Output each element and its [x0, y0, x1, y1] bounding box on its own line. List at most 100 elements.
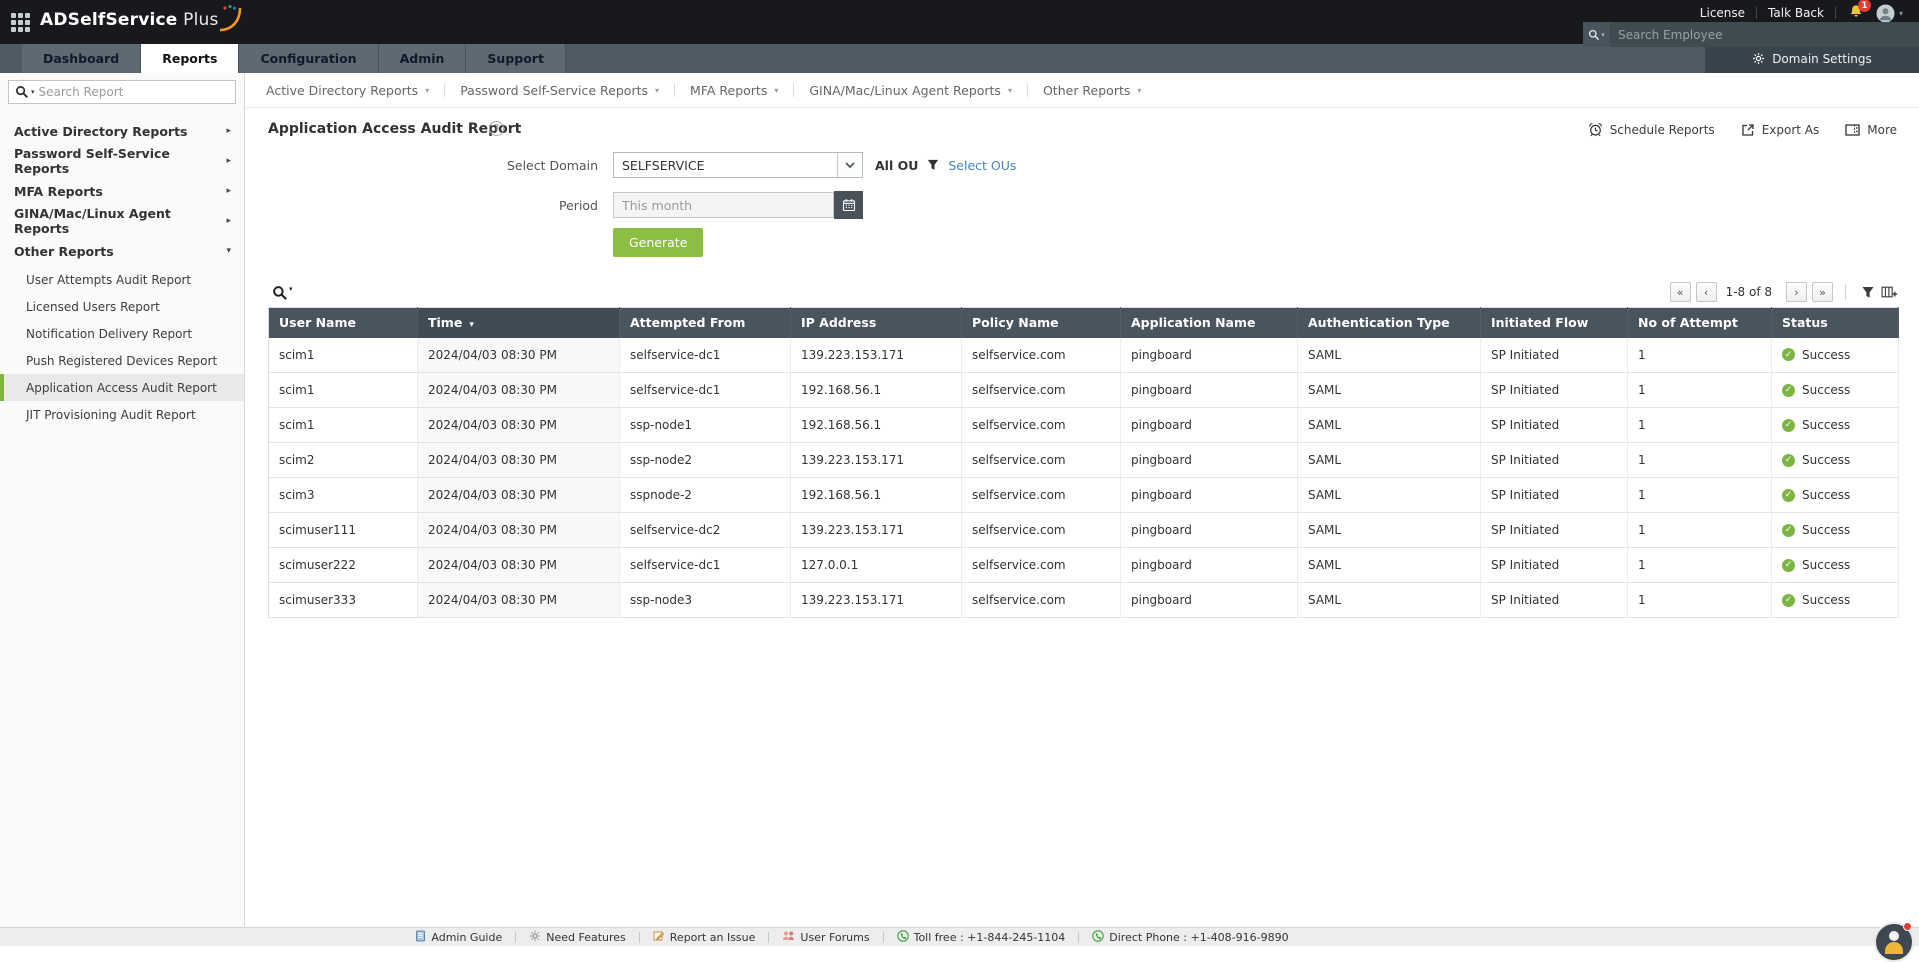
column-header-policy-name[interactable]: Policy Name — [961, 307, 1121, 338]
issue-icon — [653, 930, 665, 945]
forums-icon — [782, 930, 795, 944]
sidebar-item-mfa-reports[interactable]: MFA Reports ▸ — [0, 176, 244, 206]
report-search-input[interactable] — [38, 85, 229, 99]
sidebar-item-jit-provisioning-audit-report[interactable]: JIT Provisioning Audit Report — [0, 401, 244, 428]
chevron-down-icon: ▾ — [774, 85, 779, 95]
nav-active-directory-reports[interactable]: Active Directory Reports ▾ — [266, 83, 444, 98]
brand-logo: ADSelfService Plus — [40, 5, 241, 32]
all-ou-label: All OU — [875, 157, 919, 173]
sidebar-item-application-access-audit-report[interactable]: Application Access Audit Report — [0, 374, 244, 401]
notifications-bell-icon[interactable]: 1 — [1849, 0, 1871, 22]
footer-link-need-features[interactable]: Need Features — [516, 930, 639, 945]
more-button[interactable]: More — [1845, 122, 1897, 137]
next-page-button[interactable]: › — [1786, 282, 1807, 302]
schedule-reports-button[interactable]: Schedule Reports — [1588, 122, 1715, 137]
period-input[interactable]: This month — [613, 192, 834, 218]
column-header-no-of-attempt[interactable]: No of Attempt — [1627, 307, 1772, 338]
domain-select[interactable]: SELFSERVICE — [613, 152, 863, 178]
cell-ip: 192.168.56.1 — [790, 407, 962, 443]
column-header-attempted-from[interactable]: Attempted From — [619, 307, 791, 338]
footer-link-report-an-issue[interactable]: Report an Issue — [640, 930, 769, 945]
table-row[interactable]: scimuser222 2024/04/03 08:30 PM selfservic… — [268, 547, 1899, 583]
chat-person-icon — [1885, 942, 1903, 954]
cell-attempted_from: ssp-node3 — [619, 582, 791, 618]
table-row[interactable]: scimuser333 2024/04/03 08:30 PM ssp-node3 1… — [268, 582, 1899, 618]
filter-funnel-icon[interactable] — [927, 159, 939, 171]
employee-search-icon[interactable]: ▾ — [1583, 22, 1610, 47]
app-grid-icon[interactable] — [11, 13, 30, 32]
column-header-user-name[interactable]: User Name — [268, 307, 418, 338]
cell-auth: SAML — [1297, 407, 1481, 443]
chevron-down-icon: ▾ — [655, 85, 660, 95]
table-filter-icon[interactable] — [1861, 286, 1875, 299]
cell-ip: 127.0.0.1 — [790, 547, 962, 583]
prev-page-button[interactable]: ‹ — [1695, 282, 1717, 302]
cell-attempts: 1 — [1627, 477, 1772, 513]
success-check-icon: ✓ — [1782, 593, 1795, 607]
footer-link-admin-guide[interactable]: Admin Guide — [402, 930, 515, 945]
chevron-down-icon[interactable] — [837, 153, 862, 177]
column-header-application-name[interactable]: Application Name — [1120, 307, 1298, 338]
table-row[interactable]: scimuser111 2024/04/03 08:30 PM selfservic… — [268, 512, 1899, 548]
sidebar-subitem-label: Push Registered Devices Report — [26, 353, 218, 368]
column-header-ip-address[interactable]: IP Address — [790, 307, 962, 338]
nav-gina-mac-linux-agent-reports[interactable]: GINA/Mac/Linux Agent Reports ▾ — [794, 83, 1027, 98]
license-link[interactable]: License — [1700, 6, 1745, 20]
nav-mfa-reports[interactable]: MFA Reports ▾ — [675, 83, 793, 98]
nav-other-reports[interactable]: Other Reports ▾ — [1028, 83, 1156, 98]
column-header-authentication-type[interactable]: Authentication Type — [1297, 307, 1481, 338]
column-header-status[interactable]: Status — [1771, 307, 1899, 338]
cell-time: 2024/04/03 08:30 PM — [417, 547, 620, 583]
table-row[interactable]: scim2 2024/04/03 08:30 PM ssp-node2 139.223… — [268, 442, 1899, 478]
divider — [1834, 7, 1836, 19]
sidebar-item-notification-delivery-report[interactable]: Notification Delivery Report — [0, 320, 244, 347]
table-row[interactable]: scim1 2024/04/03 08:30 PM selfservice-dc1 1… — [268, 372, 1899, 408]
column-header-initiated-flow[interactable]: Initiated Flow — [1480, 307, 1628, 338]
export-as-button[interactable]: Export As — [1741, 122, 1819, 137]
avatar-person-icon — [1876, 4, 1895, 22]
sidebar-item-user-attempts-audit-report[interactable]: User Attempts Audit Report — [0, 266, 244, 293]
tab-configuration[interactable]: Configuration — [239, 44, 379, 73]
table-row[interactable]: scim3 2024/04/03 08:30 PM sspnode-2 192.168… — [268, 477, 1899, 513]
column-header-time[interactable]: Time ▾ — [417, 307, 620, 338]
sidebar-item-other-reports[interactable]: Other Reports ▾ — [0, 236, 244, 266]
user-avatar[interactable]: ▾ — [1876, 4, 1903, 23]
table-search-icon[interactable]: ▾ — [272, 285, 293, 301]
table-row[interactable]: scim1 2024/04/03 08:30 PM selfservice-dc1 1… — [268, 337, 1899, 373]
footer-link-user-forums[interactable]: User Forums — [769, 930, 882, 944]
chat-person-icon — [1889, 931, 1899, 941]
tab-reports[interactable]: Reports — [141, 44, 240, 73]
chat-widget[interactable] — [1874, 922, 1914, 962]
chevron-down-icon: ▾ — [1601, 30, 1605, 39]
employee-search-input[interactable] — [1610, 22, 1919, 47]
table-header-row: User Name Time ▾ Attempted From IP Address Po… — [268, 307, 1899, 338]
generate-button[interactable]: Generate — [613, 228, 704, 257]
nav-password-self-service-reports[interactable]: Password Self-Service Reports ▾ — [445, 83, 674, 98]
sidebar-item-label: MFA Reports — [14, 183, 103, 199]
footer-link-direct-phone-1-408-916-9890[interactable]: Direct Phone : +1-408-916-9890 — [1079, 929, 1301, 945]
cell-time: 2024/04/03 08:30 PM — [417, 407, 620, 443]
talkback-link[interactable]: Talk Back — [1768, 6, 1824, 20]
tab-admin[interactable]: Admin — [378, 44, 467, 73]
calendar-icon[interactable] — [834, 191, 863, 219]
table-row[interactable]: scim1 2024/04/03 08:30 PM ssp-node1 192.168… — [268, 407, 1899, 443]
cell-app: pingboard — [1120, 477, 1298, 513]
help-icon[interactable]: ? — [489, 121, 504, 136]
add-column-icon[interactable] — [1881, 285, 1898, 299]
cell-auth: SAML — [1297, 547, 1481, 583]
cell-attempts: 1 — [1627, 582, 1772, 618]
last-page-button[interactable]: » — [1812, 282, 1833, 302]
sidebar-item-push-registered-devices-report[interactable]: Push Registered Devices Report — [0, 347, 244, 374]
tab-support[interactable]: Support — [466, 44, 566, 73]
sidebar-item-password-self-service-reports[interactable]: Password Self-Service Reports ▸ — [0, 146, 244, 176]
sidebar-item-licensed-users-report[interactable]: Licensed Users Report — [0, 293, 244, 320]
tab-dashboard[interactable]: Dashboard — [22, 44, 142, 73]
cell-ip: 139.223.153.171 — [790, 582, 962, 618]
more-label: More — [1867, 122, 1897, 137]
sidebar-item-active-directory-reports[interactable]: Active Directory Reports ▸ — [0, 116, 244, 146]
select-ous-link[interactable]: Select OUs — [948, 158, 1016, 173]
domain-settings-button[interactable]: Domain Settings — [1705, 44, 1919, 73]
footer-link-toll-free-1-844-245-1104[interactable]: Toll free : +1-844-245-1104 — [884, 929, 1079, 945]
sidebar-item-gina-mac-linux-agent-reports[interactable]: GINA/Mac/Linux Agent Reports ▸ — [0, 206, 244, 236]
first-page-button[interactable]: « — [1669, 282, 1691, 302]
